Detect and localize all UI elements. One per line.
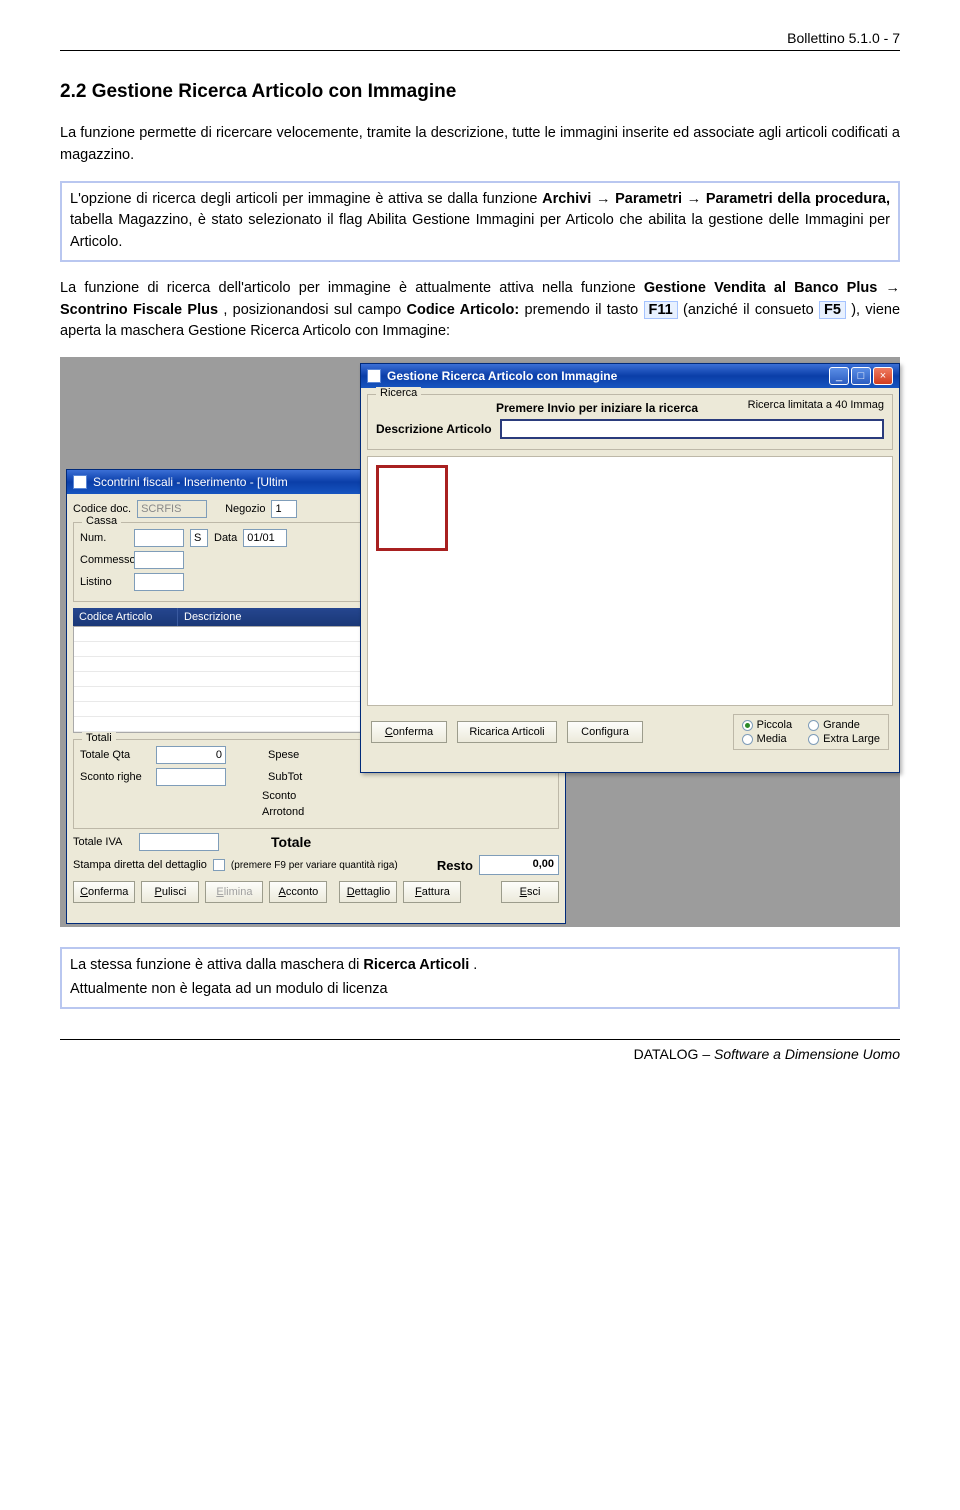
search-limit-label: Ricerca limitata a 40 Immag: [748, 399, 884, 411]
radio-grande[interactable]: Grande: [808, 719, 880, 731]
sconto-righe-label: Sconto righe: [80, 771, 150, 783]
close-icon[interactable]: ×: [873, 367, 893, 385]
intro-paragraph: La funzione permette di ricercare veloce…: [60, 123, 900, 167]
data-label: Data: [214, 532, 237, 544]
page-footer: DATALOG – Software a Dimensione Uomo: [60, 1039, 900, 1062]
info-text: tabella Magazzino, è stato selezionato i…: [70, 212, 890, 250]
text: (anziché il consueto: [683, 302, 819, 318]
sconto-label: Sconto: [262, 790, 296, 802]
info-box-option: L'opzione di ricerca degli articoli per …: [60, 181, 900, 262]
acconto-button[interactable]: Acconto: [269, 881, 327, 903]
arrow-icon: →: [886, 280, 901, 296]
group-cassa-title: Cassa: [82, 515, 121, 527]
text: , posizionandosi sul campo: [223, 302, 406, 318]
totale-iva-label: Totale IVA: [73, 836, 133, 848]
size-radio-group: Piccola Grande Media Extra Large: [733, 714, 889, 750]
radio-dot-icon: [742, 734, 753, 745]
fattura-button[interactable]: Fattura: [403, 881, 461, 903]
search-legend: Ricerca: [376, 387, 421, 399]
text: La stessa funzione è attiva dalla masche…: [70, 957, 363, 973]
resto-value: 0,00: [479, 855, 559, 875]
dettaglio-button[interactable]: Dettaglio: [339, 881, 397, 903]
info-text: L'opzione di ricerca degli articoli per …: [70, 191, 542, 207]
bold-gestione: Gestione Vendita al Banco Plus: [644, 280, 877, 296]
window-ricerca-immagine: Gestione Ricerca Articolo con Immagine _…: [360, 363, 900, 773]
group-totali-title: Totali: [82, 732, 116, 744]
spese-label: Spese: [268, 749, 299, 761]
info-box-bottom: La stessa funzione è attiva dalla masche…: [60, 947, 900, 1009]
page-header: Bollettino 5.1.0 - 7: [60, 30, 900, 51]
totale-label: Totale: [271, 834, 311, 850]
subtot-label: SubTot: [268, 771, 302, 783]
listino-label: Listino: [80, 576, 128, 588]
radio-piccola[interactable]: Piccola: [742, 719, 792, 731]
app-icon: [73, 475, 87, 489]
sconto-righe-value: [156, 768, 226, 786]
radio-dot-icon: [742, 720, 753, 731]
maximize-icon[interactable]: □: [851, 367, 871, 385]
ricarica-button[interactable]: Ricarica Articoli: [457, 721, 557, 743]
thumbnail-selected[interactable]: [376, 465, 448, 551]
info-bold-parametri: Parametri: [615, 191, 682, 207]
key-f5: F5: [819, 301, 846, 319]
radio-extra[interactable]: Extra Large: [808, 733, 880, 745]
key-f11: F11: [644, 301, 678, 319]
info-bold-parametri-proc: Parametri della procedura,: [706, 191, 890, 207]
conferma-button[interactable]: Conferma: [371, 721, 447, 743]
text: La funzione di ricerca dell'articolo per…: [60, 280, 644, 296]
arrot-label: Arrotond: [262, 806, 304, 818]
totale-qta-value: 0: [156, 746, 226, 764]
codice-doc-select[interactable]: SCRFIS: [137, 500, 207, 518]
window-title: Gestione Ricerca Articolo con Immagine: [387, 369, 617, 383]
stampa-label: Stampa diretta del dettaglio: [73, 859, 207, 871]
esci-button[interactable]: Esci: [501, 881, 559, 903]
num-label: Num.: [80, 532, 128, 544]
info-bold-archivi: Archivi: [542, 191, 591, 207]
arrow-icon: →: [596, 191, 615, 207]
bold-scontrino: Scontrino Fiscale Plus: [60, 302, 218, 318]
title-bar-front[interactable]: Gestione Ricerca Articolo con Immagine _…: [361, 364, 899, 388]
footer-tag: – Software a Dimensione Uomo: [698, 1046, 900, 1062]
elimina-button[interactable]: Elimina: [205, 881, 263, 903]
section-title: 2.2 Gestione Ricerca Articolo con Immagi…: [60, 81, 900, 103]
commesso-label: Commesso: [80, 554, 128, 566]
screenshot: Scontrini fiscali - Inserimento - [Ultim…: [60, 357, 900, 927]
thumbnail-area[interactable]: [367, 456, 893, 706]
pulisci-button[interactable]: Pulisci: [141, 881, 199, 903]
radio-dot-icon: [808, 734, 819, 745]
negozio-input[interactable]: 1: [271, 500, 297, 518]
text: Attualmente non è legata ad un modulo di…: [70, 979, 890, 1001]
minimize-icon[interactable]: _: [829, 367, 849, 385]
descrizione-input[interactable]: [500, 419, 884, 439]
totale-qta-label: Totale Qta: [80, 749, 150, 761]
window-title: Scontrini fiscali - Inserimento - [Ultim: [93, 475, 288, 489]
listino-input[interactable]: [134, 573, 184, 591]
data-input[interactable]: 01/01: [243, 529, 287, 547]
commesso-input[interactable]: [134, 551, 184, 569]
radio-dot-icon: [808, 720, 819, 731]
num-input[interactable]: [134, 529, 184, 547]
num-s-input[interactable]: S: [190, 529, 208, 547]
negozio-label: Negozio: [225, 503, 265, 515]
arrow-icon: →: [687, 191, 706, 207]
radio-media[interactable]: Media: [742, 733, 792, 745]
bold-ricerca-articoli: Ricerca Articoli: [363, 957, 469, 973]
footer-brand: DATALOG: [634, 1046, 699, 1062]
usage-paragraph: La funzione di ricerca dell'articolo per…: [60, 278, 900, 343]
configura-button[interactable]: Configura: [567, 721, 643, 743]
resto-label: Resto: [437, 858, 473, 873]
app-icon: [367, 369, 381, 383]
text: .: [473, 957, 477, 973]
col-codice[interactable]: Codice Articolo: [73, 608, 178, 626]
bold-codice: Codice Articolo:: [407, 302, 520, 318]
descrizione-label: Descrizione Articolo: [376, 422, 492, 436]
stampa-checkbox[interactable]: [213, 859, 225, 871]
codice-doc-label: Codice doc.: [73, 503, 131, 515]
hint-f9: (premere F9 per variare quantità riga): [231, 860, 398, 871]
text: premendo il tasto: [525, 302, 644, 318]
totale-iva-value: [139, 833, 219, 851]
conferma-button[interactable]: Conferma: [73, 881, 135, 903]
search-group: Ricerca Ricerca limitata a 40 Immag Prem…: [367, 394, 893, 450]
